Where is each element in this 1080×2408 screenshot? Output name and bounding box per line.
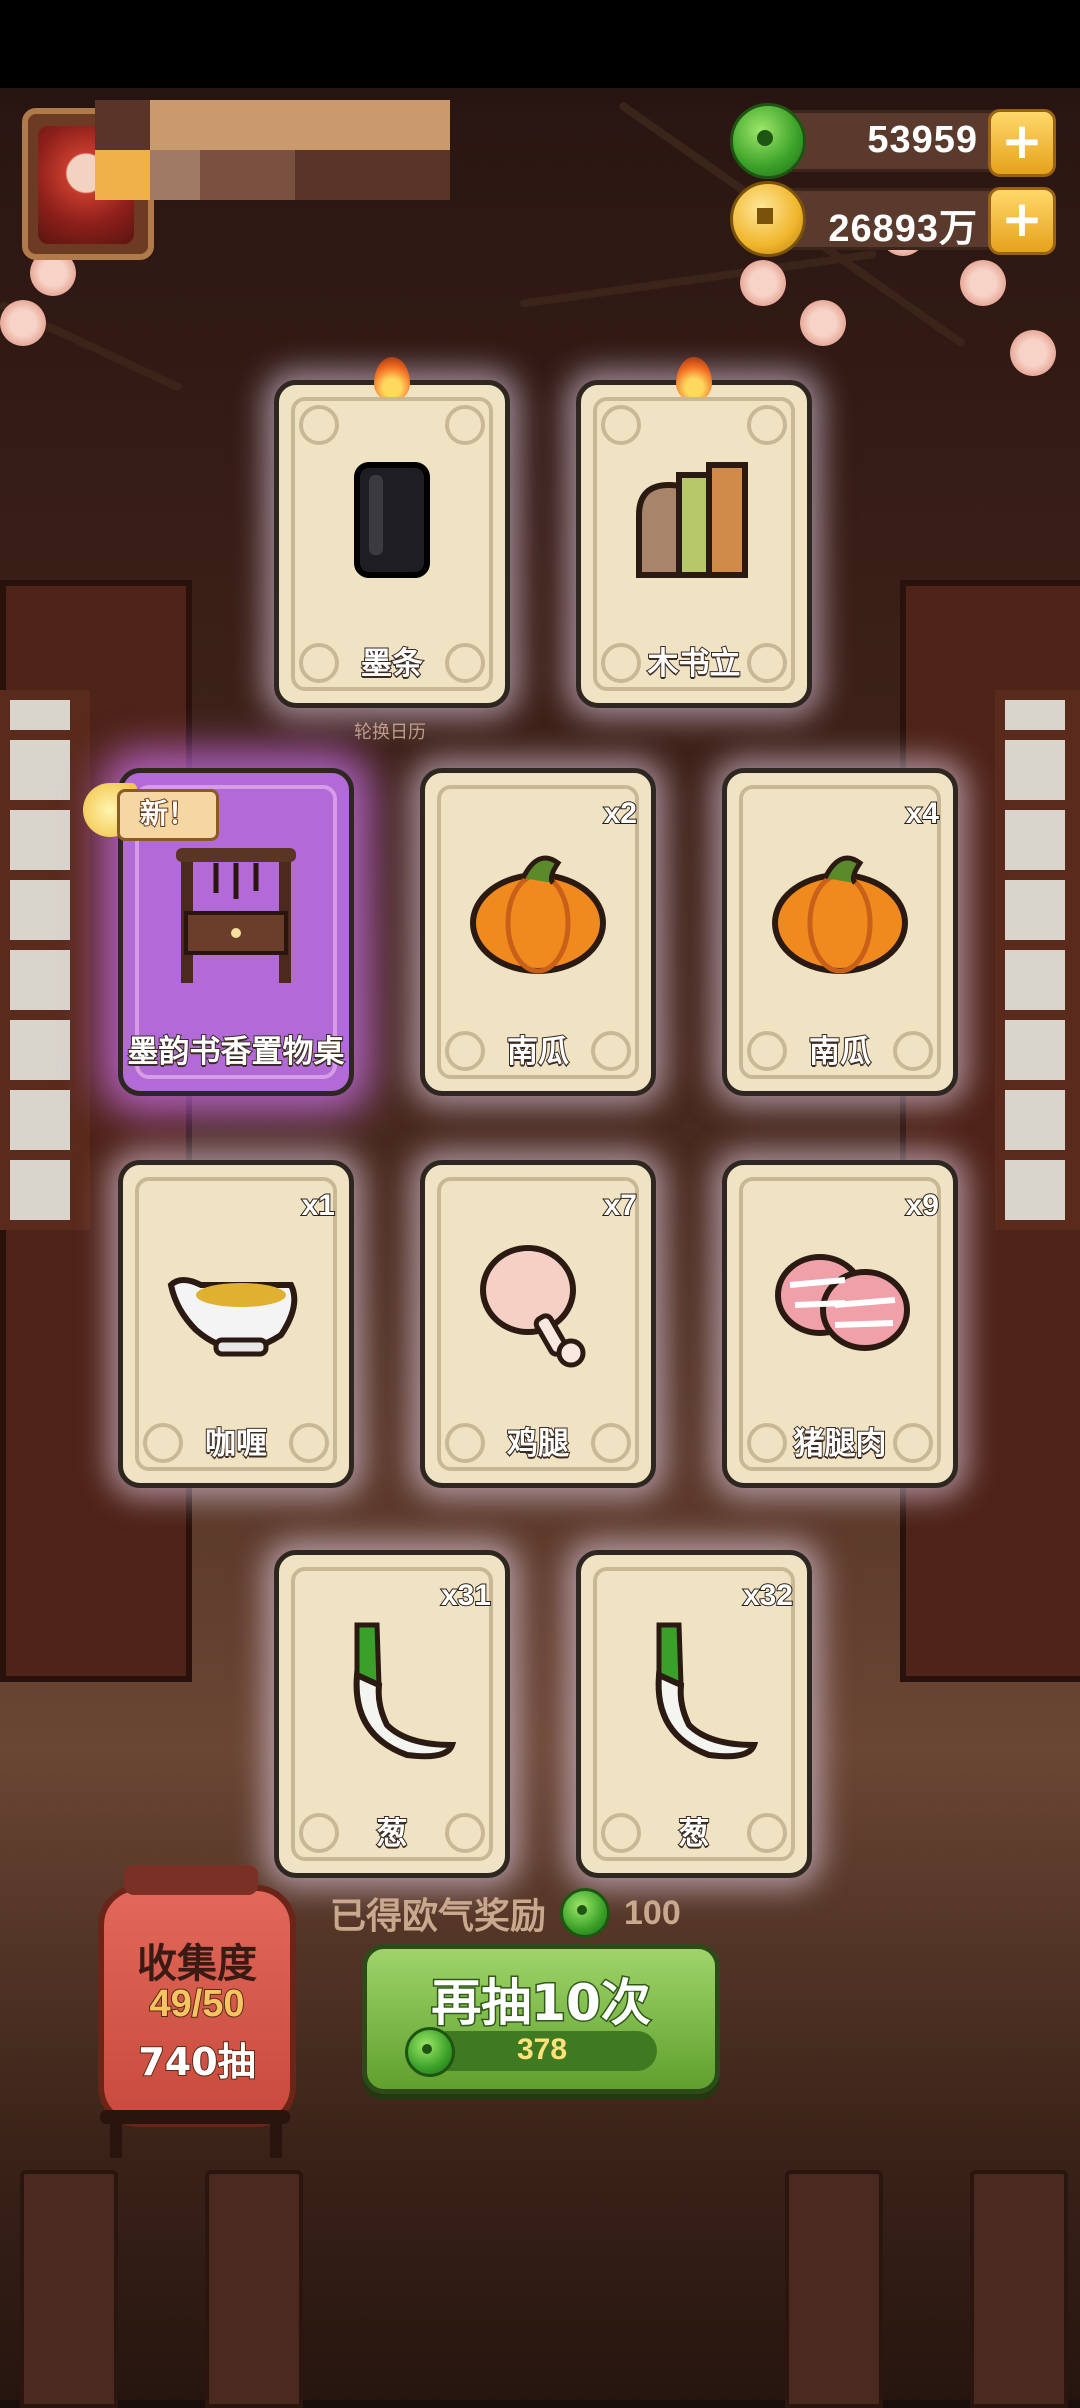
card-quantity: x2 xyxy=(603,796,638,831)
reward-summary: 已得欧气奖励 100 xyxy=(330,1885,681,1941)
right-window xyxy=(995,690,1080,1230)
jade-currency-bar: 53959 + xyxy=(730,103,1056,179)
blossom xyxy=(800,300,846,346)
left-window xyxy=(0,690,90,1230)
draw-again-button[interactable]: 再抽10次 378 xyxy=(362,1944,720,2094)
pork-leg-icon xyxy=(775,1254,910,1351)
blossom xyxy=(740,260,786,306)
card-item[interactable]: x2 南瓜 xyxy=(420,768,656,1096)
add-jade-button[interactable]: + xyxy=(988,109,1056,177)
card-item[interactable]: x7 鸡腿 xyxy=(420,1160,656,1488)
card-name: 南瓜 xyxy=(808,1033,872,1071)
card-name: 南瓜 xyxy=(506,1033,570,1071)
draw-cost: 378 xyxy=(405,2027,657,2077)
coin-icon xyxy=(730,181,806,257)
featured-card[interactable]: 墨条 xyxy=(274,357,510,708)
green-onion-icon xyxy=(353,1622,457,1760)
card-name: 猪腿肉 xyxy=(793,1425,888,1463)
wooden-bookend-icon xyxy=(636,462,748,578)
card-item[interactable]: x31 葱 xyxy=(274,1550,510,1878)
card-rare-furniture[interactable]: 新！ 墨韵书香置物桌 xyxy=(83,768,354,1096)
blossom xyxy=(960,260,1006,306)
player-name-redacted xyxy=(95,100,450,200)
card-quantity: x1 xyxy=(301,1188,336,1223)
coin-value: 26893万 xyxy=(828,208,978,250)
reward-label: 已得欧气奖励 xyxy=(330,1896,547,1937)
flame-icon xyxy=(676,357,712,401)
coin-currency-bar: 26893万 + xyxy=(730,181,1056,257)
chicken-leg-icon xyxy=(480,1245,586,1368)
rotation-calendar-label: 轮换日历 xyxy=(354,722,426,743)
status-bar xyxy=(0,0,1080,88)
card-quantity: x31 xyxy=(440,1578,492,1613)
card-quantity: x4 xyxy=(905,796,940,831)
furniture-shelf-icon xyxy=(176,848,296,983)
floor-post xyxy=(20,2170,118,2408)
floor-post xyxy=(205,2170,303,2408)
card-item[interactable]: x1 咖喱 xyxy=(118,1160,354,1488)
flame-icon xyxy=(374,357,410,401)
card-name: 鸡腿 xyxy=(506,1425,570,1463)
featured-card[interactable]: 木书立 xyxy=(576,357,812,708)
card-name: 咖喱 xyxy=(204,1425,268,1463)
jade-icon xyxy=(730,103,806,179)
card-name: 葱 xyxy=(678,1815,711,1853)
lantern-stand xyxy=(100,2110,290,2124)
card-item[interactable]: x4 南瓜 xyxy=(722,768,958,1096)
card-item[interactable]: x9 猪腿肉 xyxy=(722,1160,958,1488)
floor-post xyxy=(785,2170,883,2408)
jade-icon xyxy=(560,1888,611,1938)
ink-stick-icon xyxy=(354,462,430,578)
total-draws: 740抽 xyxy=(137,2039,256,2085)
collection-progress: 49/50 xyxy=(148,1982,245,2026)
collection-progress-lantern[interactable]: 收集度 49/50 740抽 xyxy=(98,1865,296,2127)
blossom xyxy=(0,300,46,346)
curry-boat-icon xyxy=(167,1277,298,1357)
card-quantity: x9 xyxy=(905,1188,940,1223)
blossom xyxy=(1010,330,1056,376)
reward-value: 100 xyxy=(624,1893,681,1932)
card-item[interactable]: x32 葱 xyxy=(576,1550,812,1878)
card-name: 木书立 xyxy=(647,645,742,683)
card-name: 墨韵书香置物桌 xyxy=(127,1033,346,1071)
card-name: 墨条 xyxy=(360,645,424,683)
floor-post xyxy=(970,2170,1068,2408)
pumpkin-icon xyxy=(470,855,606,974)
card-quantity: x32 xyxy=(742,1578,794,1613)
add-coin-button[interactable]: + xyxy=(988,187,1056,255)
draw-cost-value: 378 xyxy=(516,2033,568,2066)
card-name: 葱 xyxy=(376,1815,409,1853)
pumpkin-icon xyxy=(772,855,908,974)
card-quantity: x7 xyxy=(603,1188,638,1223)
draw-again-label: 再抽10次 xyxy=(430,1973,653,2034)
jade-value: 53959 xyxy=(867,119,978,161)
collection-title: 收集度 xyxy=(137,1941,257,1987)
green-onion-icon xyxy=(655,1622,759,1760)
